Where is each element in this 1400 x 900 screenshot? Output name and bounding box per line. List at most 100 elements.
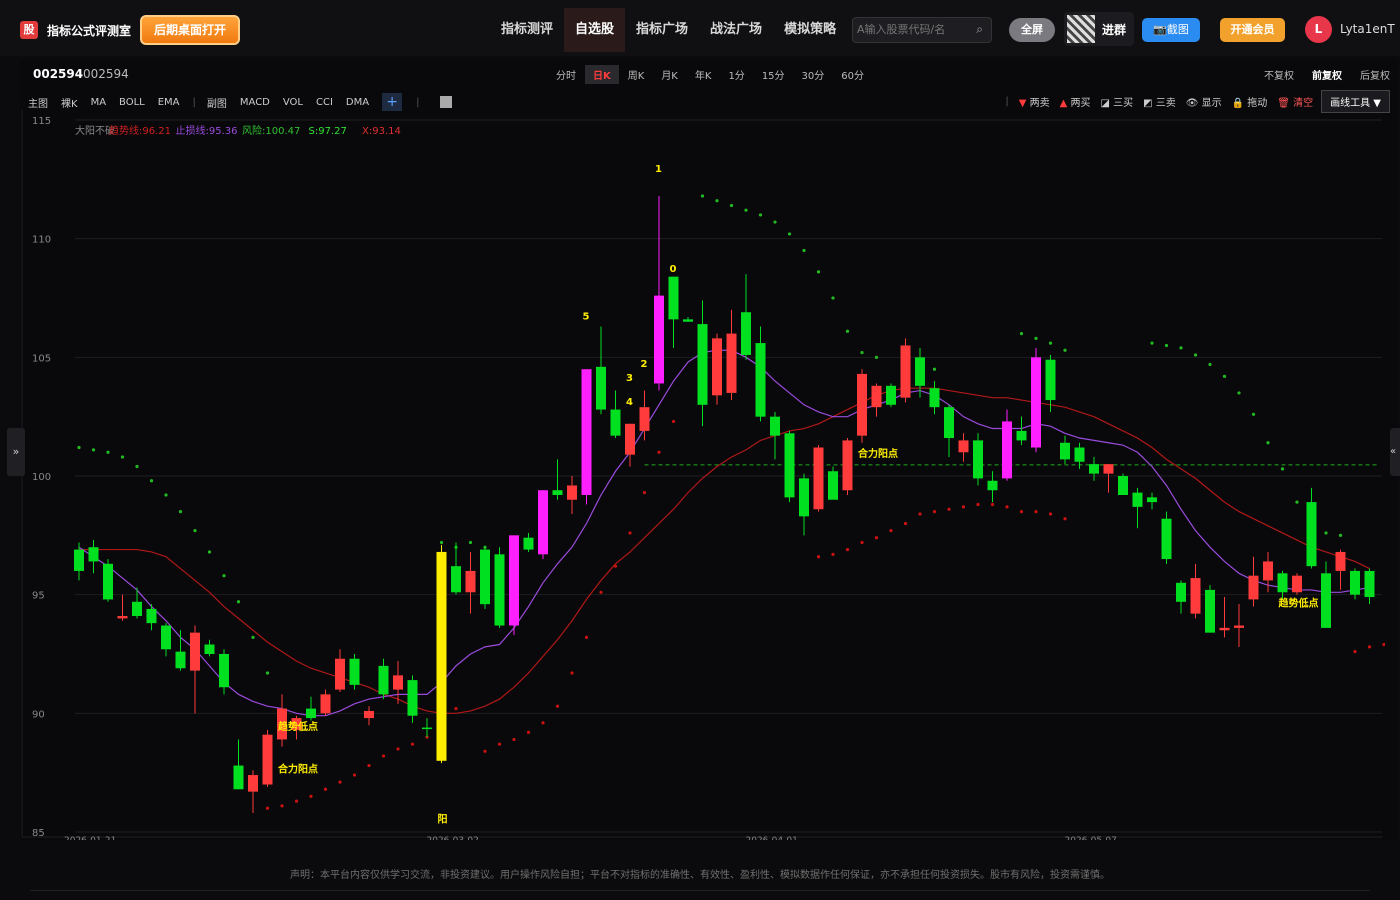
sar-dot-green <box>744 208 748 212</box>
sar-dot-red <box>1005 505 1009 509</box>
signal-label: 合力阳点 <box>277 763 318 776</box>
avatar[interactable]: L <box>1305 16 1332 43</box>
period-tab[interactable]: 月K <box>653 65 686 84</box>
sar-dot-red <box>1034 510 1038 514</box>
indicator-tool[interactable]: 副图 <box>207 95 227 110</box>
nav-item-0[interactable]: 指标测评 <box>490 8 564 52</box>
signal-tool[interactable]: ◪ 三买 <box>1100 94 1133 109</box>
signal-label: 3 <box>626 373 633 384</box>
indicator-tool[interactable]: MA <box>91 97 106 108</box>
adjust-tabs: 不复权 前复权 后复权 <box>1246 67 1390 82</box>
username[interactable]: Lyta1enT <box>1340 22 1395 36</box>
adjust-tab[interactable]: 不复权 <box>1264 67 1294 82</box>
indicator-tool[interactable]: EMA <box>158 97 180 108</box>
signal-tool-icon: ◪ <box>1100 98 1114 109</box>
indicator-tool[interactable]: 裸K <box>61 95 78 110</box>
nav-item-2[interactable]: 指标广场 <box>625 8 699 52</box>
sar-dot-green <box>439 540 444 545</box>
adjust-tab[interactable]: 后复权 <box>1360 67 1390 82</box>
sar-dot-red <box>816 555 821 559</box>
candle-body <box>306 708 316 719</box>
sar-dot-red <box>947 507 951 511</box>
candle-body <box>581 369 592 495</box>
indicator-tool[interactable]: VOL <box>283 97 303 108</box>
signal-tool-icon: 🔒 <box>1231 98 1248 109</box>
candle-body <box>364 710 374 719</box>
open-desktop-button[interactable]: 后期桌面打开 <box>140 15 240 45</box>
save-icon[interactable] <box>440 96 453 108</box>
sar-dot-green <box>787 232 792 236</box>
signal-label: 合力阳点 <box>857 447 898 460</box>
period-tab[interactable]: 30分 <box>794 65 833 84</box>
signal-tool[interactable]: 👁 显示 <box>1186 94 1222 109</box>
signal-tool[interactable]: 🔒 拖动 <box>1232 94 1268 109</box>
period-tab[interactable]: 年K <box>687 65 720 84</box>
candle-body <box>958 440 969 453</box>
candle-body <box>146 608 157 624</box>
candle-body <box>784 433 795 498</box>
indicator-tool[interactable]: MACD <box>240 97 270 108</box>
expand-left-button[interactable]: » <box>7 428 25 476</box>
search-icon[interactable]: ⌕ <box>976 22 983 37</box>
indicator-tool[interactable]: 主图 <box>28 95 48 110</box>
sar-dot-green <box>845 329 850 333</box>
sar-dot-red <box>932 510 937 514</box>
add-indicator-button[interactable]: + <box>382 93 403 111</box>
adjust-tab[interactable]: 前复权 <box>1312 67 1342 82</box>
period-tab[interactable]: 15分 <box>754 65 793 84</box>
signal-tool[interactable]: ▼ 两卖 <box>1019 94 1050 109</box>
period-tab[interactable]: 分时 <box>548 65 584 84</box>
expand-right-button[interactable]: « <box>1390 428 1400 476</box>
sar-dot-red <box>671 419 676 424</box>
nav-item-1[interactable]: 自选股 <box>564 8 626 52</box>
indicator-tool[interactable]: BOLL <box>119 97 145 108</box>
top-bar: 股 指标公式评测室 后期桌面打开 指标测评自选股指标广场战法广场模拟策略 ⌕ 全… <box>0 0 1400 56</box>
sar-dot-green <box>222 574 226 578</box>
signal-tool[interactable]: 🗑 清空 <box>1277 94 1313 109</box>
info-line-item: 趋势线:96.21 <box>109 124 171 137</box>
toolbar-separator: | <box>416 96 420 108</box>
indicator-tool[interactable]: CCI <box>316 97 333 108</box>
sar-dot-red <box>1367 645 1372 649</box>
candle-body <box>973 440 983 479</box>
candle-body <box>480 549 490 605</box>
period-tab[interactable]: 1分 <box>720 65 752 84</box>
candle-body <box>871 385 882 408</box>
sar-dot-green <box>1324 531 1328 535</box>
disclaimer: 声明：本平台内容仅供学习交流，非投资建议。用户操作风险自担；平台不对指标的准确性… <box>290 870 1110 881</box>
candle-body <box>262 734 273 785</box>
join-group-button[interactable]: 进群 <box>1064 12 1134 46</box>
period-tab[interactable]: 周K <box>620 65 653 84</box>
indicator-tool[interactable]: DMA <box>346 97 369 108</box>
search-input[interactable] <box>853 18 963 42</box>
candle-body <box>813 447 824 510</box>
candle-body <box>190 632 200 671</box>
indicator-toolbar: 主图 裸K MA BOLL EMA | 副图 MACD VOL CCI DMA + | <box>28 93 453 111</box>
candle-body <box>523 537 534 550</box>
signal-tool[interactable]: ◩ 三卖 <box>1143 94 1176 109</box>
stock-search[interactable]: ⌕ <box>852 17 992 43</box>
nav-item-3[interactable]: 战法广场 <box>699 8 773 52</box>
period-tab[interactable]: 日K <box>585 65 619 84</box>
sar-dot-green <box>77 445 81 450</box>
sar-dot-red <box>918 512 922 516</box>
candle-body <box>1335 551 1346 571</box>
sar-dot-red <box>555 704 560 708</box>
sar-dot-green <box>1222 374 1227 378</box>
sar-dot-green <box>1193 353 1198 357</box>
fullscreen-button[interactable]: 全屏 <box>1009 18 1055 42</box>
period-tab[interactable]: 60分 <box>833 65 872 84</box>
info-line-item: S:97.27 <box>309 126 347 137</box>
nav-item-4[interactable]: 模拟策略 <box>773 8 847 52</box>
candlestick-chart[interactable]: 1151101051009590852026-01-212026-03-0220… <box>20 110 1385 840</box>
signal-tool[interactable]: ▲ 两买 <box>1060 94 1091 109</box>
candle-body <box>132 601 142 617</box>
candle-body <box>799 478 809 517</box>
candle-body <box>436 551 447 761</box>
screenshot-button[interactable]: 📷截图 <box>1142 18 1200 42</box>
sar-dot-red <box>990 502 995 507</box>
candle-body <box>1031 357 1041 448</box>
y-tick-label: 90 <box>32 709 45 720</box>
vip-button[interactable]: 开通会员 <box>1220 18 1285 42</box>
sar-dot-green <box>120 455 125 459</box>
